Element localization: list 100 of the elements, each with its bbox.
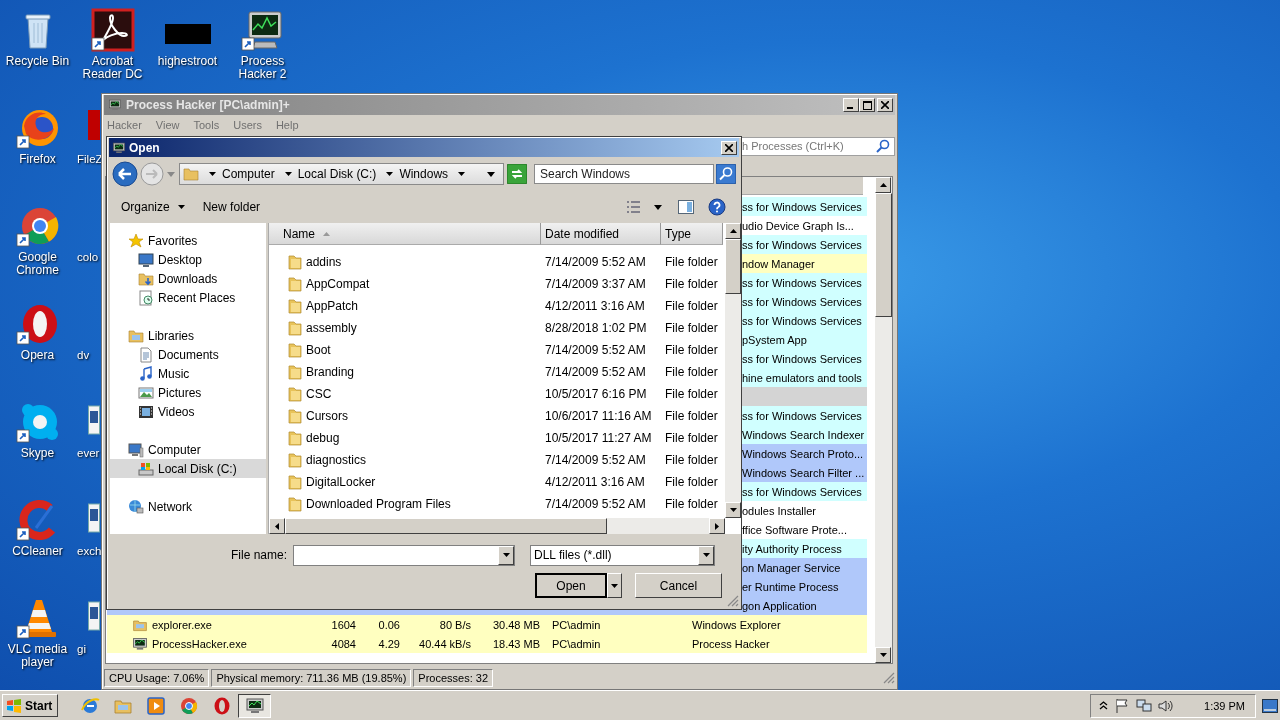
network-icon[interactable] bbox=[1136, 697, 1153, 714]
document-app-icon[interactable] bbox=[90, 8, 135, 52]
folder-icon bbox=[128, 327, 144, 344]
close-button[interactable] bbox=[877, 98, 893, 112]
scroll-up-icon[interactable] bbox=[729, 229, 737, 233]
file-name[interactable]: Downloaded Program Files bbox=[306, 497, 451, 511]
navigation-item[interactable]: Recent Places bbox=[110, 288, 266, 307]
description-cell-text: ss for Windows Services bbox=[742, 295, 863, 308]
file-name[interactable]: diagnostics bbox=[306, 453, 367, 467]
shortcut-label[interactable]: Google Chrome bbox=[1, 251, 74, 277]
shortcut-label[interactable]: exch bbox=[77, 545, 102, 558]
column-header[interactable]: Type bbox=[661, 223, 723, 245]
scroll-thumb[interactable] bbox=[285, 518, 607, 534]
minimize-button[interactable] bbox=[843, 98, 859, 112]
ring-icon[interactable] bbox=[15, 302, 60, 346]
file-name[interactable]: addins bbox=[306, 255, 342, 269]
shortcut-label[interactable]: colo bbox=[77, 251, 99, 264]
search-field[interactable]: Search Windows bbox=[534, 164, 714, 184]
maximize-button[interactable] bbox=[859, 98, 875, 112]
back-button[interactable] bbox=[112, 161, 138, 187]
search-icon[interactable] bbox=[876, 139, 890, 153]
file-name[interactable]: DigitalLocker bbox=[306, 475, 376, 489]
table-cell-text: 0.06 bbox=[377, 618, 400, 631]
navigation-item[interactable]: Pictures bbox=[110, 383, 266, 402]
drive-icon bbox=[138, 460, 154, 477]
organize-button[interactable]: Organize bbox=[115, 198, 191, 216]
shortcut-label[interactable]: Firefox bbox=[1, 153, 74, 166]
file-name[interactable]: debug bbox=[306, 431, 340, 445]
navigation-item[interactable]: Local Disk (C:) bbox=[110, 459, 266, 478]
shortcut-label[interactable]: Skype bbox=[1, 447, 74, 460]
search-button[interactable] bbox=[716, 164, 736, 184]
file-name[interactable]: CSC bbox=[306, 387, 332, 401]
navigation-item[interactable]: Favorites bbox=[110, 231, 266, 250]
process-row[interactable]: explorer.exe 1604 0.06 80 B/s 30.48 MB PC\admin Windows Explorer bbox=[107, 615, 867, 634]
address-bar[interactable]: Computer Local Disk (C:) Windows bbox=[179, 163, 504, 185]
shortcut-label[interactable]: Opera bbox=[1, 349, 74, 362]
scroll-thumb[interactable] bbox=[875, 193, 892, 317]
open-button[interactable]: Open bbox=[535, 573, 607, 598]
navigation-item[interactable]: Documents bbox=[110, 345, 266, 364]
file-name-field[interactable] bbox=[293, 544, 515, 566]
file-name[interactable]: AppCompat bbox=[306, 277, 370, 291]
scroll-thumb[interactable] bbox=[725, 239, 741, 294]
monitor-icon[interactable] bbox=[240, 8, 285, 52]
file-name[interactable]: assembly bbox=[306, 321, 357, 335]
scroll-down-icon[interactable] bbox=[879, 653, 887, 657]
shortcut-label[interactable]: dv bbox=[77, 349, 90, 362]
navigation-item[interactable]: Desktop bbox=[110, 250, 266, 269]
shortcut-label[interactable]: Recycle Bin bbox=[1, 55, 74, 68]
navigation-item[interactable]: Libraries bbox=[110, 326, 266, 345]
file-name[interactable]: AppPatch bbox=[306, 299, 359, 313]
navigation-item[interactable]: Videos bbox=[110, 402, 266, 421]
start-button[interactable]: Start bbox=[2, 694, 59, 717]
speaker-icon[interactable] bbox=[1158, 697, 1175, 714]
close-button[interactable] bbox=[721, 140, 737, 155]
breadcrumb-item[interactable]: Windows bbox=[399, 167, 449, 181]
navigation-item[interactable]: Music bbox=[110, 364, 266, 383]
navigation-item[interactable]: Computer bbox=[110, 440, 266, 459]
help-icon[interactable] bbox=[708, 198, 726, 216]
flag-icon[interactable] bbox=[1114, 697, 1131, 714]
cancel-button[interactable]: Cancel bbox=[635, 573, 722, 598]
resize-grip-icon[interactable] bbox=[727, 595, 739, 607]
column-header[interactable]: Date modified bbox=[541, 223, 661, 245]
preview-pane-icon[interactable] bbox=[678, 199, 694, 215]
navigation-item[interactable]: Network bbox=[110, 497, 266, 516]
refresh-button[interactable] bbox=[507, 164, 527, 184]
shortcut-label[interactable]: ever bbox=[77, 447, 100, 460]
taskbar-button[interactable] bbox=[238, 693, 272, 718]
scrollbar[interactable] bbox=[875, 177, 892, 663]
navigation-item[interactable]: Downloads bbox=[110, 269, 266, 288]
scrollbar[interactable] bbox=[269, 518, 725, 534]
scroll-right-icon[interactable] bbox=[715, 522, 719, 530]
file-name[interactable]: Branding bbox=[306, 365, 355, 379]
chevron-up-icon[interactable] bbox=[1099, 701, 1109, 710]
list-view-icon[interactable] bbox=[626, 200, 642, 214]
shortcut-label[interactable]: gi bbox=[77, 643, 86, 656]
shortcut-label[interactable]: Acrobat Reader DC bbox=[76, 55, 149, 81]
scroll-down-icon[interactable] bbox=[729, 508, 737, 512]
scroll-left-icon[interactable] bbox=[275, 522, 279, 530]
new-folder-button[interactable]: New folder bbox=[196, 198, 267, 216]
file-name[interactable]: Boot bbox=[306, 343, 331, 357]
show-desktop-icon[interactable] bbox=[1262, 698, 1278, 713]
shortcut-label[interactable]: highestroot bbox=[151, 55, 224, 68]
shortcut-label[interactable]: FileZ bbox=[77, 153, 103, 166]
shortcut-label[interactable]: CCleaner bbox=[1, 545, 74, 558]
resize-grip-icon[interactable] bbox=[883, 672, 895, 684]
caret-icon[interactable] bbox=[654, 204, 662, 210]
scroll-up-icon[interactable] bbox=[879, 183, 887, 187]
description-cell-text: hine emulators and tools bbox=[742, 371, 863, 384]
file-type-dropdown[interactable]: DLL files (*.dll) bbox=[530, 544, 715, 566]
shortcut-label[interactable]: Process Hacker 2 bbox=[226, 55, 299, 81]
shortcut-label[interactable]: VLC media player bbox=[1, 643, 74, 669]
file-name[interactable]: Cursors bbox=[306, 409, 348, 423]
type-cell-text: File folder bbox=[664, 277, 719, 291]
breadcrumb-item[interactable]: Computer bbox=[222, 167, 275, 181]
scrollbar[interactable] bbox=[725, 223, 741, 518]
clock[interactable]: 1:39 PM bbox=[1204, 699, 1245, 712]
process-row[interactable]: ProcessHacker.exe 4084 4.29 40.44 kB/s 18.43 MB PC\admin Process Hacker bbox=[107, 634, 867, 653]
breadcrumb-item[interactable]: Local Disk (C:) bbox=[297, 167, 377, 181]
dropdown-button[interactable] bbox=[607, 573, 622, 598]
column-header[interactable]: Name bbox=[269, 223, 541, 245]
